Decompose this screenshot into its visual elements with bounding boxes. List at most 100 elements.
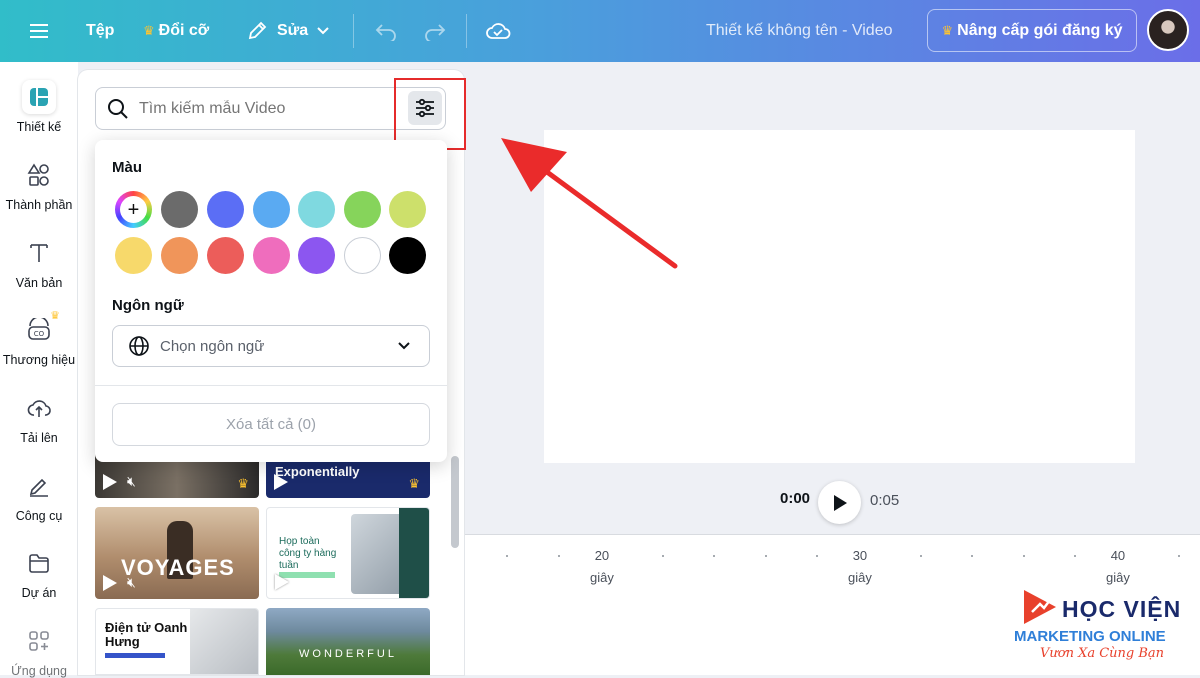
tick-unit: giây [1106, 570, 1130, 585]
total-duration: 0:05 [870, 492, 900, 509]
panel-scrollbar[interactable] [451, 456, 459, 548]
color-swatch[interactable] [161, 191, 198, 228]
svg-text:CO: CO [34, 330, 45, 338]
play-icon [274, 474, 288, 490]
watermark-logo: HỌC VIỆN MARKETING ONLINE Vươn Xa Cùng B… [1012, 588, 1192, 668]
sidebar-item-projects[interactable]: Dự án [0, 546, 78, 600]
resize-label: Đổi cỡ [158, 22, 210, 39]
document-title[interactable]: Thiết kế không tên - Video [706, 0, 893, 62]
sidebar-item-label: Thiết kế [16, 120, 62, 134]
resize-menu[interactable]: ♛ Đổi cỡ [143, 0, 209, 62]
color-swatch[interactable] [207, 191, 244, 228]
timeline-tick-dot [506, 555, 508, 557]
accent-bar [105, 653, 165, 658]
edit-menu[interactable]: Sửa [246, 0, 330, 62]
timeline-tick: 20 giây [590, 545, 614, 589]
upgrade-label: Nâng cấp gói đăng ký [957, 21, 1123, 39]
color-swatch[interactable] [253, 237, 290, 274]
mute-icon: 🔇︎ [127, 574, 136, 590]
upgrade-button[interactable]: ♛ Nâng cấp gói đăng ký [927, 9, 1137, 52]
color-swatch[interactable] [389, 237, 426, 274]
redo-button[interactable] [423, 0, 447, 62]
color-swatch[interactable] [389, 191, 426, 228]
search-input[interactable] [139, 99, 389, 118]
office-photo [190, 609, 258, 674]
play-button[interactable] [818, 481, 861, 524]
toolbar-divider [466, 14, 467, 48]
color-swatch[interactable] [298, 191, 335, 228]
color-swatch[interactable] [298, 237, 335, 274]
sidebar-item-upload[interactable]: Tải lên [0, 391, 78, 445]
custom-color-button[interactable]: + [115, 191, 152, 228]
cloud-check-icon [486, 23, 511, 39]
timeline-tick: 30 giây [848, 545, 872, 589]
tick-value: 40 [1110, 548, 1126, 563]
document-title-text: Thiết kế không tên - Video [706, 22, 893, 39]
crown-icon: ♛ [941, 22, 954, 38]
sidebar-item-label: Thành phần [5, 198, 73, 212]
sidebar-item-label: Dự án [21, 586, 57, 600]
tick-value: 30 [852, 548, 868, 563]
tools-icon [29, 478, 48, 497]
logo-line-1: HỌC VIỆN [1062, 596, 1182, 622]
text-icon [30, 244, 48, 262]
filter-dropdown: Màu + Ngôn ngữ Chọn ngôn ngữ Xóa tất cả … [95, 140, 447, 462]
color-swatch[interactable] [115, 237, 152, 274]
timeline-tick-dot [1023, 555, 1025, 557]
timeline-tick-dot [971, 555, 973, 557]
toolbar-divider [353, 14, 354, 48]
undo-button[interactable] [374, 0, 398, 62]
template-text: VOYAGES [121, 555, 235, 580]
current-time: 0:00 [780, 490, 811, 507]
crown-icon: ♛ [408, 476, 420, 491]
color-swatch[interactable] [161, 237, 198, 274]
logo-play-mark [1024, 590, 1056, 624]
color-swatch[interactable] [207, 237, 244, 274]
red-arrow-annotation [501, 138, 678, 269]
crown-icon: ♛ [143, 23, 155, 38]
timeline-tick-dot [1074, 555, 1076, 557]
sidebar-item-label: Ứng dụng [11, 664, 67, 678]
template-thumbnail[interactable]: VOYAGES 🔇︎ [95, 507, 259, 599]
template-thumbnail[interactable]: WONDERFUL [266, 608, 430, 675]
play-icon [833, 494, 847, 511]
undo-icon [375, 24, 396, 41]
search-icon [108, 98, 128, 119]
menu-button[interactable] [28, 0, 50, 62]
save-status-button[interactable] [485, 0, 511, 62]
template-thumbnail[interactable]: Điện tử Oanh Hưng [95, 608, 259, 675]
color-heading: Màu [112, 159, 142, 176]
file-menu[interactable]: Tệp [86, 0, 114, 62]
timeline-tick-dot [662, 555, 664, 557]
sidebar-item-apps[interactable]: Ứng dụng [0, 624, 78, 678]
logo-line-3: Vươn Xa Cùng Bạn [1040, 646, 1165, 661]
avatar[interactable] [1147, 9, 1189, 51]
logo-line-2: MARKETING ONLINE [1014, 628, 1166, 645]
color-swatch[interactable] [344, 237, 381, 274]
folder-icon [29, 554, 49, 573]
timeline-tick-dot [713, 555, 715, 557]
upload-cloud-icon [27, 400, 51, 417]
timeline-tick-dot [816, 555, 818, 557]
clear-all-button[interactable]: Xóa tất cả (0) [112, 403, 430, 446]
timeline-tick-dot [1178, 555, 1180, 557]
tick-value: 20 [594, 548, 610, 563]
color-swatch[interactable] [253, 191, 290, 228]
sidebar-item-elements[interactable]: Thành phần [0, 158, 78, 212]
timeline-tick-dot [558, 555, 560, 557]
apps-icon [29, 631, 49, 651]
sidebar-item-label: Tải lên [20, 431, 58, 445]
mute-icon: 🔇︎ [127, 473, 136, 489]
color-swatch[interactable] [344, 191, 381, 228]
template-thumbnail[interactable]: Họp toàn công ty hàng tuần [266, 507, 430, 599]
template-text: Họp toàn công ty hàng tuần [279, 536, 337, 571]
language-select[interactable]: Chọn ngôn ngữ [112, 325, 430, 367]
sidebar-item-design[interactable]: Thiết kế [0, 80, 78, 134]
sidebar-item-brand[interactable]: CO ♛ Thương hiệu [0, 310, 78, 367]
pencil-icon [248, 21, 267, 40]
globe-icon [129, 336, 149, 356]
sidebar-item-text[interactable]: Văn bản [0, 236, 78, 290]
sidebar-item-tools[interactable]: Công cụ [0, 469, 78, 523]
hamburger-icon [30, 24, 48, 38]
timeline-tick-dot [765, 555, 767, 557]
